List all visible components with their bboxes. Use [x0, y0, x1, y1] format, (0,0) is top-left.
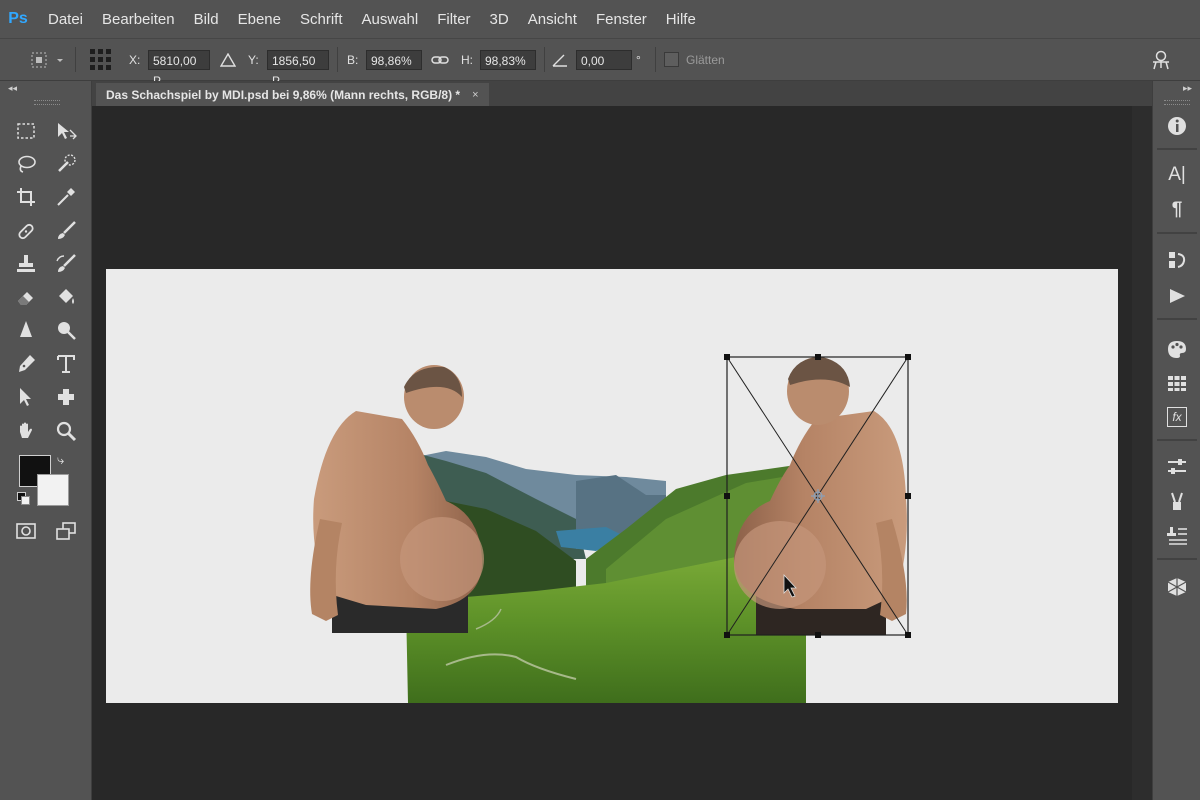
bucket-icon[interactable] — [52, 283, 80, 311]
menu-schrift[interactable]: Schrift — [300, 11, 343, 28]
document-tab-title: Das Schachspiel by MDI.psd bei 9,86% (Ma… — [106, 87, 461, 102]
height-label: H: — [461, 52, 473, 67]
dodge-icon[interactable] — [52, 316, 80, 344]
blur-icon[interactable] — [12, 316, 40, 344]
x-label: X: — [129, 52, 141, 67]
adjustments-icon[interactable] — [1165, 455, 1189, 479]
height-percent-field[interactable]: 98,83% — [480, 49, 536, 70]
dock-grip[interactable] — [1164, 100, 1190, 105]
smooth-checkbox[interactable] — [664, 52, 679, 67]
clone-source-icon[interactable] — [1165, 523, 1189, 547]
link-icon[interactable] — [431, 39, 449, 80]
menu-ebene[interactable]: Ebene — [238, 11, 281, 28]
3d-properties-icon[interactable] — [1165, 575, 1189, 599]
character-icon[interactable]: A| — [1165, 163, 1189, 187]
marquee-icon[interactable] — [12, 117, 40, 145]
transform-handle-top-left — [724, 354, 730, 360]
shape-icon[interactable] — [52, 383, 80, 411]
eraser-icon[interactable] — [12, 283, 40, 311]
menu-hilfe[interactable]: Hilfe — [666, 11, 696, 28]
move-icon[interactable] — [52, 117, 80, 145]
swap-colors-icon[interactable]: ⤷ — [57, 452, 64, 468]
document-tab-bar: Das Schachspiel by MDI.psd bei 9,86% (Ma… — [92, 81, 1152, 106]
tools-panel: ◂◂ ⤷ — [0, 81, 92, 800]
vertical-scrollbar[interactable] — [1132, 106, 1152, 800]
transform-handle-bottom-left — [724, 632, 730, 638]
screen-mode-icon[interactable] — [52, 517, 80, 545]
stamp-icon[interactable] — [12, 250, 40, 278]
transform-handle-right — [905, 493, 911, 499]
width-percent-field[interactable]: 98,86% — [366, 49, 422, 70]
collapse-toolbar-icon[interactable]: ◂◂ — [8, 83, 17, 94]
default-colors-icon[interactable] — [17, 492, 30, 505]
menu-datei[interactable]: Datei — [48, 11, 83, 28]
swatches-icon[interactable] — [1165, 371, 1189, 395]
transform-handle-bottom-right — [905, 632, 911, 638]
actions-play-icon[interactable] — [1165, 284, 1189, 308]
transform-handle-bottom — [815, 632, 821, 638]
reference-point-icon[interactable] — [88, 39, 114, 80]
panel-dock: ▸▸ A| ¶ fx — [1152, 81, 1200, 800]
degree-unit: ° — [636, 52, 641, 67]
x-position-field[interactable]: 5810,00 P. — [148, 49, 210, 88]
menu-ansicht[interactable]: Ansicht — [528, 11, 577, 28]
menu-auswahl[interactable]: Auswahl — [362, 11, 419, 28]
background-color-swatch[interactable] — [37, 474, 69, 506]
y-position-field[interactable]: 1856,50 P. — [267, 49, 329, 88]
collapse-dock-icon[interactable]: ▸▸ — [1183, 83, 1192, 94]
quick-select-icon[interactable] — [52, 150, 80, 178]
history-brush-icon[interactable] — [52, 250, 80, 278]
styles-fx-icon[interactable]: fx — [1165, 405, 1189, 429]
quick-mask-icon[interactable] — [12, 517, 40, 545]
canvas-artwork — [310, 354, 911, 703]
rotate-angle-icon — [552, 39, 568, 80]
brush-icon[interactable] — [52, 217, 80, 245]
y-label: Y: — [248, 52, 259, 67]
type-icon[interactable] — [52, 350, 80, 378]
rotate-angle-field[interactable]: 0,00 — [576, 49, 632, 70]
width-label: B: — [347, 52, 359, 67]
options-bar: X: 5810,00 P. Y: 1856,50 P. B: 98,86% H:… — [0, 38, 1200, 88]
transform-handle-top-right — [905, 354, 911, 360]
paragraph-icon[interactable]: ¶ — [1165, 198, 1189, 222]
brush-presets-icon[interactable] — [1165, 489, 1189, 513]
document-canvas[interactable] — [106, 269, 1118, 703]
menu-bar: Ps Datei Bearbeiten Bild Ebene Schrift A… — [0, 0, 1200, 38]
smooth-label: Glätten — [686, 52, 725, 67]
path-select-icon[interactable] — [12, 383, 40, 411]
history-icon[interactable] — [1165, 248, 1189, 272]
lasso-icon[interactable] — [12, 150, 40, 178]
healing-icon[interactable] — [12, 217, 40, 245]
pen-icon[interactable] — [12, 350, 40, 378]
transform-handle-left — [724, 493, 730, 499]
crop-icon[interactable] — [12, 183, 40, 211]
menu-fenster[interactable]: Fenster — [596, 11, 647, 28]
menu-bild[interactable]: Bild — [194, 11, 219, 28]
tool-preset-picker[interactable] — [28, 39, 66, 80]
hand-icon[interactable] — [12, 417, 40, 445]
toolbar-grip[interactable] — [34, 100, 60, 105]
menu-filter[interactable]: Filter — [437, 11, 470, 28]
document-tab[interactable]: Das Schachspiel by MDI.psd bei 9,86% (Ma… — [96, 83, 489, 106]
transform-handle-top — [815, 354, 821, 360]
color-palette-icon[interactable] — [1165, 337, 1189, 361]
photoshop-logo: Ps — [8, 10, 28, 27]
menu-bearbeiten[interactable]: Bearbeiten — [102, 11, 175, 28]
eyedropper-icon[interactable] — [52, 183, 80, 211]
close-tab-icon[interactable]: × — [472, 89, 478, 101]
transform-tool-icon — [31, 52, 63, 67]
info-icon[interactable] — [1165, 114, 1189, 138]
zoom-icon[interactable] — [52, 417, 80, 445]
relative-position-icon[interactable] — [220, 39, 236, 80]
menu-3d[interactable]: 3D — [490, 11, 509, 28]
puppet-warp-icon[interactable] — [1150, 39, 1172, 80]
